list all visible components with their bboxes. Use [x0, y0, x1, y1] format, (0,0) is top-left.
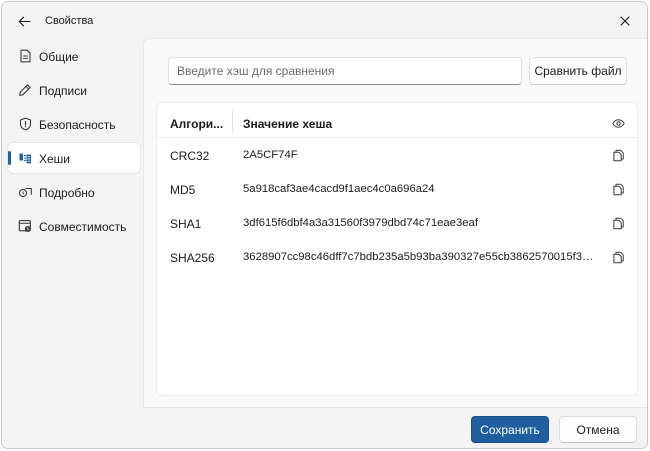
- copy-icon: [612, 217, 624, 229]
- sidebar-item-label: Хеши: [39, 152, 71, 166]
- copy-button[interactable]: [611, 181, 625, 197]
- copy-button[interactable]: [611, 147, 625, 163]
- show-hash-toggle[interactable]: [611, 117, 625, 129]
- save-button[interactable]: Сохранить: [471, 416, 549, 443]
- dialog-footer: Сохранить Отмена: [143, 407, 647, 448]
- hash-value-cell: 3628907cc98c46dff7c7bdb235a5b93ba390327e…: [243, 251, 595, 263]
- sidebar-item-security[interactable]: Безопасность: [8, 109, 140, 139]
- details-icon: [17, 184, 33, 200]
- compatibility-icon: [17, 218, 33, 234]
- table-header: Алгори... Значение хеша: [157, 103, 637, 138]
- sidebar-item-general[interactable]: Общие: [8, 41, 140, 71]
- compare-file-button[interactable]: Сравнить файл: [529, 57, 627, 85]
- close-icon: [620, 16, 630, 26]
- eye-icon: [611, 118, 625, 128]
- copy-icon: [612, 251, 624, 263]
- cancel-button[interactable]: Отмена: [559, 416, 637, 443]
- table-row[interactable]: MD5 5a918caf3ae4cacd9f1aec4c0a696a24: [157, 172, 637, 206]
- sidebar-item-compatibility[interactable]: Совместимость: [8, 211, 140, 241]
- sidebar: Общие Подписи Безопасность Хеши Подробно…: [2, 38, 143, 448]
- hashes-panel: Сравнить файл Алгори... Значение хеша CR…: [143, 38, 647, 407]
- column-header-hash-value[interactable]: Значение хеша: [243, 117, 332, 131]
- copy-button[interactable]: [611, 215, 625, 231]
- pen-icon: [17, 82, 33, 98]
- table-row[interactable]: SHA256 3628907cc98c46dff7c7bdb235a5b93ba…: [157, 240, 637, 274]
- copy-icon: [612, 183, 624, 195]
- hashes-table: Алгори... Значение хеша CRC32 2A5CF74F M…: [156, 102, 638, 396]
- close-button[interactable]: [613, 10, 637, 32]
- sidebar-item-label: Совместимость: [39, 220, 127, 234]
- hash-compare-input[interactable]: [168, 57, 522, 85]
- hash-value-cell: 5a918caf3ae4cacd9f1aec4c0a696a24: [243, 183, 435, 195]
- sidebar-item-details[interactable]: Подробно: [8, 177, 140, 207]
- algorithm-cell: CRC32: [170, 149, 210, 163]
- algorithm-cell: SHA1: [170, 217, 202, 231]
- window-title: Свойства: [45, 15, 94, 27]
- title-bar: Свойства: [2, 2, 647, 38]
- sidebar-item-label: Подписи: [39, 84, 87, 98]
- document-icon: [17, 48, 33, 64]
- selection-indicator: [8, 151, 11, 165]
- table-row[interactable]: CRC32 2A5CF74F: [157, 138, 637, 172]
- properties-window: Свойства Общие Подписи Безопасность Хеши…: [1, 1, 648, 449]
- copy-icon: [612, 149, 624, 161]
- sidebar-item-hashes[interactable]: Хеши: [8, 143, 140, 173]
- sidebar-item-label: Безопасность: [39, 118, 116, 132]
- sidebar-item-label: Подробно: [39, 186, 95, 200]
- sidebar-item-signatures[interactable]: Подписи: [8, 75, 140, 105]
- column-separator[interactable]: [232, 109, 233, 133]
- hash-value-cell: 2A5CF74F: [243, 149, 298, 161]
- table-row[interactable]: SHA1 3df615f6dbf4a3a31560f3979dbd74c71ea…: [157, 206, 637, 240]
- algorithm-cell: MD5: [170, 183, 196, 197]
- hash-icon: [17, 150, 33, 166]
- hash-value-cell: 3df615f6dbf4a3a31560f3979dbd74c71eae3eaf: [243, 217, 478, 229]
- sidebar-item-label: Общие: [39, 50, 79, 64]
- shield-icon: [17, 116, 33, 132]
- copy-button[interactable]: [611, 249, 625, 265]
- back-button[interactable]: [12, 10, 36, 32]
- algorithm-cell: SHA256: [170, 251, 215, 265]
- arrow-left-icon: [18, 16, 31, 26]
- column-header-algorithm[interactable]: Алгори...: [170, 117, 223, 131]
